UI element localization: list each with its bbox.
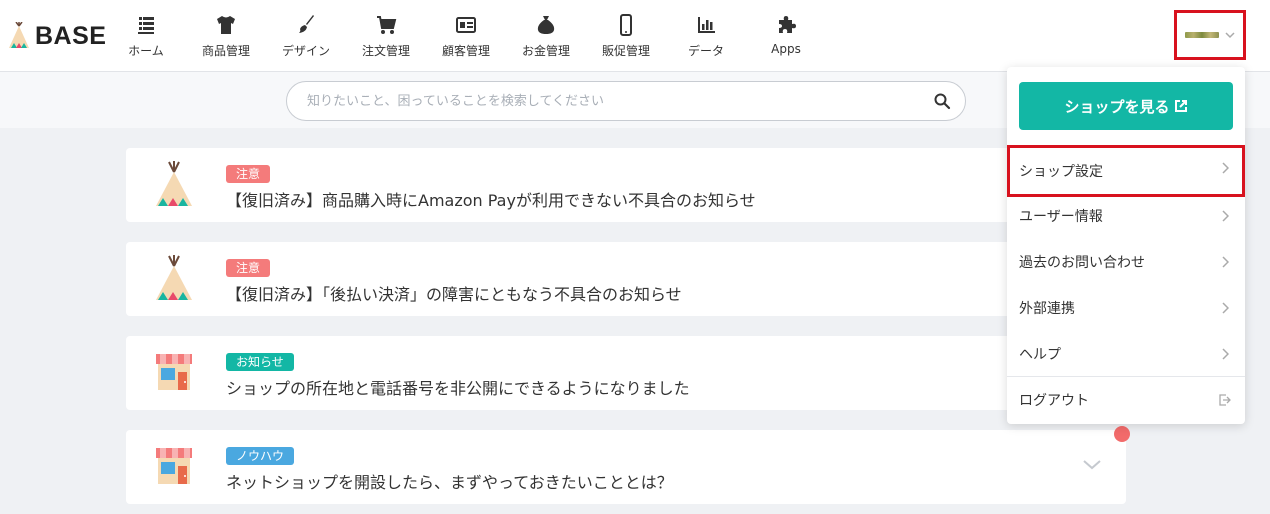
base-logo[interactable]: BASE — [6, 20, 106, 52]
chevron-right-icon — [1222, 348, 1229, 360]
account-menu-button[interactable] — [1174, 10, 1246, 60]
nav-customers[interactable]: 顧客管理 — [426, 0, 506, 72]
money-pouch-icon — [537, 16, 555, 34]
tshirt-icon — [217, 16, 235, 34]
nav-label: 商品管理 — [201, 44, 250, 58]
cart-icon — [377, 16, 397, 34]
notice-card[interactable]: お知らせ ショップの所在地と電話番号を非公開にできるようになりました — [126, 336, 1126, 410]
id-card-icon — [456, 17, 476, 33]
menu-item-integrations[interactable]: 外部連携 — [1007, 285, 1245, 331]
nav-label: 顧客管理 — [441, 44, 490, 58]
tent-icon — [156, 161, 192, 206]
account-dropdown: ショップを見る ショップ設定 ユーザー情報 過去のお問い合わせ 外部連携 ヘルプ… — [1007, 67, 1245, 424]
chevron-right-icon — [1222, 256, 1229, 268]
nav-label: お金管理 — [521, 44, 570, 58]
nav-label: ホーム — [128, 44, 164, 58]
view-shop-button[interactable]: ショップを見る — [1019, 82, 1233, 130]
menu-item-label: 外部連携 — [1019, 301, 1075, 317]
shop-icon — [156, 354, 192, 390]
notice-title[interactable]: ショップの所在地と電話番号を非公開にできるようになりました — [226, 375, 690, 399]
status-badge: 注意 — [226, 259, 271, 277]
nav-orders[interactable]: 注文管理 — [346, 0, 426, 72]
top-header: BASE ホーム 商品管理 デザイン 注文管理 顧客管理 お金管理 販促管理 デ… — [0, 0, 1270, 72]
search-icon[interactable] — [933, 92, 951, 110]
search-box — [286, 81, 966, 121]
notice-card[interactable]: 注意 【復旧済み】商品購入時にAmazon Payが利用できない不具合のお知らせ — [126, 148, 1126, 222]
logout-icon — [1219, 394, 1231, 406]
nav-label: Apps — [771, 42, 801, 56]
puzzle-icon — [779, 16, 796, 33]
menu-item-label: ショップ設定 — [1019, 164, 1103, 180]
nav-money[interactable]: お金管理 — [506, 0, 586, 72]
nav-home[interactable]: ホーム — [106, 0, 186, 72]
external-link-icon — [1174, 100, 1187, 112]
smartphone-icon — [620, 14, 632, 36]
nav-design[interactable]: デザイン — [266, 0, 346, 72]
tent-icon — [156, 255, 192, 300]
home-list-icon — [138, 17, 154, 34]
status-badge: 注意 — [226, 165, 271, 183]
menu-item-past-inquiries[interactable]: 過去のお問い合わせ — [1007, 239, 1245, 285]
notice-card[interactable]: ノウハウ ネットショップを開設したら、まずやっておきたいこととは？ — [126, 430, 1126, 504]
notice-title[interactable]: 【復旧済み】商品購入時にAmazon Payが利用できない不具合のお知らせ — [226, 187, 756, 211]
nav-promotion[interactable]: 販促管理 — [586, 0, 666, 72]
menu-item-label: ユーザー情報 — [1019, 209, 1103, 225]
menu-item-label: ヘルプ — [1019, 347, 1061, 363]
logo-text: BASE — [35, 21, 107, 50]
shop-icon — [156, 448, 192, 484]
tent-logo-icon — [9, 22, 29, 48]
main-nav: ホーム 商品管理 デザイン 注文管理 顧客管理 お金管理 販促管理 データ Ap… — [106, 0, 826, 72]
notice-title[interactable]: ネットショップを開設したら、まずやっておきたいこととは？ — [226, 469, 673, 493]
menu-item-logout[interactable]: ログアウト — [1007, 377, 1245, 423]
menu-item-label: 過去のお問い合わせ — [1019, 255, 1145, 271]
chevron-down-icon[interactable] — [1082, 458, 1102, 472]
status-badge: ノウハウ — [226, 447, 295, 465]
menu-item-shop-settings[interactable]: ショップ設定 — [1007, 145, 1245, 197]
chevron-right-icon — [1222, 210, 1229, 222]
nav-label: 注文管理 — [361, 44, 410, 58]
notice-title[interactable]: 【復旧済み】「後払い決済」の障害にともなう不具合のお知らせ — [226, 281, 682, 305]
chevron-right-icon — [1222, 302, 1229, 314]
nav-apps[interactable]: Apps — [746, 0, 826, 72]
shop-name-image — [1184, 32, 1219, 38]
paintbrush-icon — [299, 15, 314, 33]
view-shop-label: ショップを見る — [1064, 97, 1170, 116]
nav-data[interactable]: データ — [666, 0, 746, 72]
notification-dot — [1114, 426, 1130, 442]
notice-card[interactable]: 注意 【復旧済み】「後払い決済」の障害にともなう不具合のお知らせ — [126, 242, 1126, 316]
nav-label: データ — [687, 44, 724, 58]
logout-label: ログアウト — [1019, 393, 1089, 409]
menu-item-user-info[interactable]: ユーザー情報 — [1007, 193, 1245, 239]
nav-label: 販促管理 — [601, 44, 650, 58]
chevron-down-icon — [1224, 32, 1235, 39]
bar-chart-icon — [698, 17, 715, 33]
search-input[interactable] — [287, 82, 933, 120]
chevron-right-icon — [1222, 162, 1229, 174]
nav-label: デザイン — [281, 44, 330, 58]
menu-item-help[interactable]: ヘルプ — [1007, 331, 1245, 377]
nav-products[interactable]: 商品管理 — [186, 0, 266, 72]
status-badge: お知らせ — [226, 353, 294, 371]
